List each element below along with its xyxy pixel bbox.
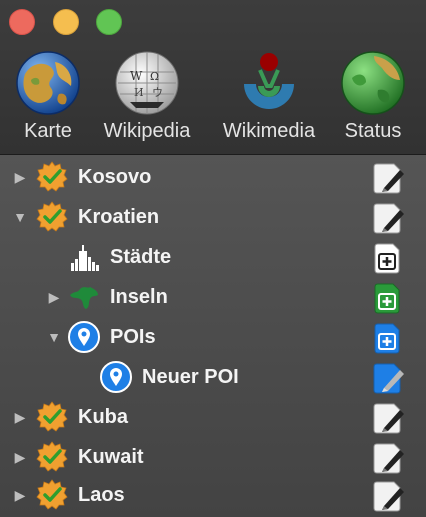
svg-text:ウ: ウ — [152, 86, 163, 99]
edit-note-icon[interactable] — [370, 401, 404, 435]
location-pin-icon — [100, 361, 132, 393]
row-label: Kuwait — [78, 446, 144, 468]
add-note-blue-icon[interactable] — [370, 321, 404, 355]
outline-row-kosovo[interactable]: ▶ Kosovo — [0, 157, 426, 197]
add-note-icon[interactable] — [370, 241, 404, 275]
outline-row-pois[interactable]: ▼ POIs — [0, 317, 426, 357]
outline-view: ▶ Kosovo ▼ Kroatien Städte ▶ Inseln ▼ PO… — [0, 155, 426, 517]
outline-row-kuba[interactable]: ▶ Kuba — [0, 397, 426, 437]
row-label: Kroatien — [78, 206, 160, 228]
edit-note-icon[interactable] — [370, 441, 404, 475]
svg-text:И: И — [134, 86, 144, 99]
row-label: Städte — [110, 246, 172, 268]
toolbar-label: Status — [344, 120, 402, 142]
wikimedia-logo-icon — [244, 53, 294, 109]
edit-note-icon[interactable] — [370, 161, 404, 195]
toolbar-label: Wikimedia — [222, 120, 316, 142]
outline-row-laos[interactable]: ▶ Laos — [0, 475, 426, 515]
outline-row-kroatien[interactable]: ▼ Kroatien — [0, 197, 426, 237]
toolbar-label: Karte — [24, 120, 72, 142]
toolbar-item-status[interactable]: Status — [318, 50, 426, 150]
edit-note-icon[interactable] — [370, 201, 404, 235]
outline-row-inseln[interactable]: ▶ Inseln — [0, 277, 426, 317]
toolbar-item-wikimedia[interactable]: Wikimedia — [214, 50, 324, 150]
close-window-button[interactable] — [9, 9, 35, 35]
disclosure-expanded-icon[interactable]: ▼ — [10, 207, 30, 227]
edit-note-icon[interactable] — [370, 479, 404, 513]
disclosure-collapsed-icon[interactable]: ▶ — [10, 167, 30, 187]
app-window: Karte W Ω И ウ Wikipedia Wikimedia Status… — [0, 0, 426, 517]
svg-text:W: W — [130, 69, 143, 83]
row-label: Laos — [78, 484, 125, 506]
location-pin-icon — [68, 321, 100, 353]
outline-row-kuwait[interactable]: ▶ Kuwait — [0, 437, 426, 477]
verified-badge-icon — [36, 161, 68, 192]
disclosure-collapsed-icon[interactable]: ▶ — [10, 485, 30, 505]
toolbar-label: Wikipedia — [103, 120, 191, 142]
row-label: Kuba — [78, 406, 128, 428]
island-icon — [70, 287, 98, 309]
verified-badge-icon — [36, 201, 68, 232]
disclosure-collapsed-icon[interactable]: ▶ — [10, 407, 30, 427]
disclosure-collapsed-icon[interactable]: ▶ — [10, 447, 30, 467]
edit-note-blue-icon[interactable] — [370, 361, 404, 395]
minimize-window-button[interactable] — [53, 9, 79, 35]
city-skyline-icon — [71, 245, 99, 271]
toolbar-item-karte[interactable]: Karte — [0, 50, 103, 150]
toolbar: Karte W Ω И ウ Wikipedia Wikimedia Status — [0, 0, 426, 155]
toolbar-item-wikipedia[interactable]: W Ω И ウ Wikipedia — [92, 50, 202, 150]
svg-text:Ω: Ω — [150, 70, 159, 83]
row-label: Kosovo — [78, 166, 152, 188]
verified-badge-icon — [36, 441, 68, 472]
disclosure-collapsed-icon[interactable]: ▶ — [44, 287, 64, 307]
row-label: Neuer POI — [142, 366, 239, 388]
globe-icon — [16, 51, 80, 115]
outline-row-staedte[interactable]: Städte — [0, 237, 426, 277]
wikipedia-globe-icon: W Ω И ウ — [115, 51, 179, 115]
zoom-window-button[interactable] — [96, 9, 122, 35]
status-globe-icon — [341, 51, 405, 115]
verified-badge-icon — [36, 401, 68, 432]
verified-badge-icon — [36, 479, 68, 510]
disclosure-expanded-icon[interactable]: ▼ — [44, 327, 64, 347]
row-label: POIs — [110, 326, 156, 348]
add-note-green-icon[interactable] — [370, 281, 404, 315]
row-label: Inseln — [110, 286, 168, 308]
outline-row-neuer-poi[interactable]: Neuer POI — [0, 357, 426, 397]
